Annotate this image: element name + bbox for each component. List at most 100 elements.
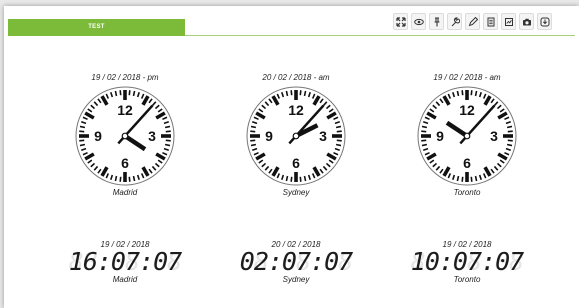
minute-tick bbox=[119, 176, 122, 182]
export-button[interactable] bbox=[537, 13, 552, 30]
minute-tick bbox=[461, 90, 464, 96]
minute-tick bbox=[299, 90, 302, 96]
minute-tick bbox=[507, 139, 513, 142]
minute-tick bbox=[79, 143, 86, 147]
minute-tick bbox=[114, 90, 118, 97]
minute-tick bbox=[421, 130, 427, 133]
dial-number-3: 3 bbox=[319, 128, 327, 144]
minute-tick bbox=[421, 125, 428, 129]
minute-tick bbox=[250, 125, 257, 129]
expand-button[interactable] bbox=[393, 13, 408, 30]
pencil-icon bbox=[468, 16, 478, 26]
minute-tick bbox=[470, 90, 473, 96]
minute-tick bbox=[335, 143, 342, 147]
clock-city: Toronto bbox=[453, 188, 481, 197]
minute-tick bbox=[132, 175, 136, 182]
download-icon bbox=[540, 17, 549, 26]
clock-city: Madrid bbox=[112, 188, 138, 197]
snapshot-button[interactable] bbox=[519, 13, 534, 30]
dial-number-9: 9 bbox=[94, 128, 102, 144]
analog-face: 12 3 6 9 bbox=[65, 84, 185, 188]
eye-icon bbox=[413, 18, 424, 25]
view-button[interactable] bbox=[411, 13, 426, 30]
camera-icon bbox=[522, 18, 531, 25]
dial-number-12: 12 bbox=[459, 102, 475, 118]
clock-date: 20 / 02 / 2018 - am bbox=[262, 73, 330, 82]
digital-clock-toronto: 19 / 02 / 2018 88:88:88 10:07:07 Toronto bbox=[407, 240, 527, 285]
minute-tick bbox=[165, 130, 171, 133]
digital-clock-sydney: 20 / 02 / 2018 88:88:88 02:07:07 Sydney bbox=[236, 240, 356, 285]
pin-icon bbox=[434, 16, 439, 26]
dial-number-3: 3 bbox=[490, 128, 498, 144]
minute-tick bbox=[506, 125, 513, 129]
chart-button[interactable] bbox=[501, 13, 516, 30]
report-button[interactable] bbox=[483, 13, 498, 30]
dial-number-9: 9 bbox=[436, 128, 444, 144]
analog-clock-sydney: 20 / 02 / 2018 - am 12 3 6 9 Sydney bbox=[236, 72, 356, 198]
expand-icon bbox=[395, 16, 406, 27]
dial-number-12: 12 bbox=[117, 102, 133, 118]
minute-tick bbox=[474, 90, 478, 97]
digital-time: 02:07:07 bbox=[239, 247, 353, 276]
minute-tick bbox=[336, 139, 342, 142]
dial-number-6: 6 bbox=[292, 155, 300, 171]
dial-number-12: 12 bbox=[288, 102, 304, 118]
tab-test[interactable]: TEST bbox=[8, 19, 185, 36]
minute-tick bbox=[506, 143, 513, 147]
minute-tick bbox=[507, 130, 513, 133]
document-icon bbox=[487, 17, 494, 26]
minute-tick bbox=[421, 139, 427, 142]
dial-number-9: 9 bbox=[265, 128, 273, 144]
minute-tick bbox=[164, 143, 171, 147]
digital-city: Sydney bbox=[282, 275, 310, 284]
dial-number-6: 6 bbox=[121, 155, 129, 171]
minute-tick bbox=[303, 90, 307, 97]
minute-tick bbox=[165, 139, 171, 142]
analog-face: 12 3 6 9 bbox=[407, 84, 527, 188]
wrench-icon bbox=[451, 16, 460, 26]
minute-tick bbox=[114, 175, 118, 182]
clock-date: 19 / 02 / 2018 - am bbox=[433, 73, 501, 82]
chart-icon bbox=[504, 17, 513, 26]
minute-tick bbox=[474, 175, 478, 182]
digital-clock-madrid: 19 / 02 / 2018 88:88:88 16:07:07 Madrid bbox=[65, 240, 185, 285]
minute-tick bbox=[132, 90, 136, 97]
minute-tick bbox=[285, 175, 289, 182]
minute-tick bbox=[128, 90, 131, 96]
minute-tick bbox=[470, 176, 473, 182]
minute-tick bbox=[128, 176, 131, 182]
dial-number-3: 3 bbox=[148, 128, 156, 144]
minute-tick bbox=[461, 176, 464, 182]
digital-city: Madrid bbox=[112, 275, 138, 284]
minute-tick bbox=[299, 176, 302, 182]
minute-tick bbox=[250, 130, 256, 133]
pin-button[interactable] bbox=[429, 13, 444, 30]
minute-tick bbox=[79, 125, 86, 129]
analog-clock-toronto: 19 / 02 / 2018 - am 12 3 6 9 Toronto bbox=[407, 72, 527, 198]
minute-tick bbox=[250, 143, 257, 147]
dial-number-6: 6 bbox=[463, 155, 471, 171]
minute-tick bbox=[79, 130, 85, 133]
minute-tick bbox=[456, 175, 460, 182]
settings-button[interactable] bbox=[447, 13, 462, 30]
minute-tick bbox=[164, 125, 171, 129]
minute-tick bbox=[421, 143, 428, 147]
minute-tick bbox=[303, 175, 307, 182]
minute-tick bbox=[79, 139, 85, 142]
minute-tick bbox=[336, 130, 342, 133]
analog-face: 12 3 6 9 bbox=[236, 84, 356, 188]
digital-time: 16:07:07 bbox=[68, 247, 182, 276]
minute-tick bbox=[456, 90, 460, 97]
minute-tick bbox=[290, 176, 293, 182]
digital-city: Toronto bbox=[453, 275, 481, 284]
analog-clock-madrid: 19 / 02 / 2018 - pm 12 3 6 9 Madrid bbox=[65, 72, 185, 198]
digital-time-display: 88:88:88 02:07:07 bbox=[239, 247, 353, 276]
minute-tick bbox=[285, 90, 289, 97]
clock-date: 19 / 02 / 2018 - pm bbox=[91, 73, 159, 82]
minute-tick bbox=[335, 125, 342, 129]
digital-time-display: 88:88:88 16:07:07 bbox=[68, 247, 182, 276]
edit-button[interactable] bbox=[465, 13, 480, 30]
minute-tick bbox=[119, 90, 122, 96]
toolbar bbox=[393, 13, 552, 33]
minute-tick bbox=[290, 90, 293, 96]
